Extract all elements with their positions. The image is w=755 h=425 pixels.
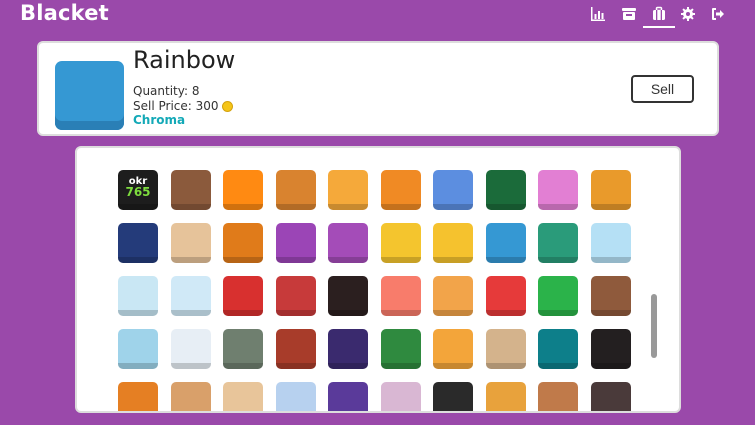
- blook-item[interactable]: [275, 276, 316, 316]
- blook-rarity: Chroma: [133, 113, 186, 127]
- blook-item[interactable]: [538, 276, 578, 316]
- blook-item[interactable]: [538, 170, 578, 210]
- blook-item[interactable]: [275, 329, 316, 369]
- scrollbar[interactable]: [651, 268, 657, 386]
- blook-item[interactable]: [538, 329, 578, 369]
- okr-number: 765: [125, 185, 151, 199]
- blook-preview: [55, 61, 124, 130]
- app-logo[interactable]: Blacket: [20, 1, 109, 25]
- settings-icon[interactable]: [672, 0, 704, 28]
- blook-item[interactable]: [223, 276, 263, 316]
- blook-item[interactable]: [118, 382, 158, 411]
- blook-sell-price: Sell Price: 300: [133, 99, 233, 113]
- blook-item[interactable]: [485, 329, 526, 369]
- blook-item[interactable]: [170, 276, 211, 316]
- blook-item[interactable]: [433, 276, 473, 316]
- blooks-grid-panel: okr 765: [75, 146, 681, 413]
- blook-item[interactable]: [118, 276, 158, 316]
- blook-item[interactable]: [380, 223, 421, 263]
- blook-item[interactable]: [275, 382, 316, 411]
- blooks-icon[interactable]: [643, 0, 675, 28]
- blook-item[interactable]: [538, 382, 578, 411]
- blook-item[interactable]: [380, 329, 421, 369]
- blook-item[interactable]: [170, 170, 211, 210]
- top-bar: Blacket: [0, 0, 755, 28]
- blook-item[interactable]: [328, 329, 368, 369]
- blook-item[interactable]: [328, 382, 368, 411]
- market-icon[interactable]: [613, 0, 645, 28]
- blook-item[interactable]: [538, 223, 578, 263]
- sell-button[interactable]: Sell: [631, 75, 694, 103]
- blook-item[interactable]: okr 765: [118, 170, 158, 210]
- blook-item[interactable]: [118, 223, 158, 263]
- blook-item[interactable]: [275, 223, 316, 263]
- blook-item[interactable]: [590, 276, 631, 316]
- logout-icon[interactable]: [702, 0, 734, 28]
- blook-item[interactable]: [590, 382, 631, 411]
- blook-item[interactable]: [223, 170, 263, 210]
- blook-item[interactable]: [485, 276, 526, 316]
- blook-item[interactable]: [590, 329, 631, 369]
- blook-item[interactable]: [170, 223, 211, 263]
- blook-item[interactable]: [380, 170, 421, 210]
- blook-info-panel: Rainbow Quantity: 8 Sell Price: 300 Chro…: [37, 41, 719, 136]
- blook-item[interactable]: [275, 170, 316, 210]
- blook-item[interactable]: [590, 223, 631, 263]
- stats-icon[interactable]: [582, 0, 614, 28]
- token-icon: [221, 100, 233, 112]
- blook-item[interactable]: [170, 382, 211, 411]
- blook-item[interactable]: [328, 223, 368, 263]
- blook-item[interactable]: [433, 223, 473, 263]
- blook-item[interactable]: [485, 223, 526, 263]
- blook-item[interactable]: [223, 382, 263, 411]
- blook-item[interactable]: [380, 276, 421, 316]
- blook-item[interactable]: [223, 223, 263, 263]
- blook-item[interactable]: [485, 170, 526, 210]
- blook-item[interactable]: [433, 170, 473, 210]
- blook-item[interactable]: [433, 329, 473, 369]
- blook-item[interactable]: [380, 382, 421, 411]
- blook-item[interactable]: [433, 382, 473, 411]
- blook-item[interactable]: [590, 170, 631, 210]
- blook-item[interactable]: [328, 276, 368, 316]
- blook-item[interactable]: [328, 170, 368, 210]
- sell-price-text: Sell Price: 300: [133, 99, 219, 113]
- blook-item[interactable]: [485, 382, 526, 411]
- blook-item[interactable]: [170, 329, 211, 369]
- blook-quantity: Quantity: 8: [133, 84, 200, 98]
- blook-item[interactable]: [223, 329, 263, 369]
- blook-name: Rainbow: [133, 46, 236, 74]
- blook-item[interactable]: [118, 329, 158, 369]
- scrollbar-thumb[interactable]: [651, 294, 657, 358]
